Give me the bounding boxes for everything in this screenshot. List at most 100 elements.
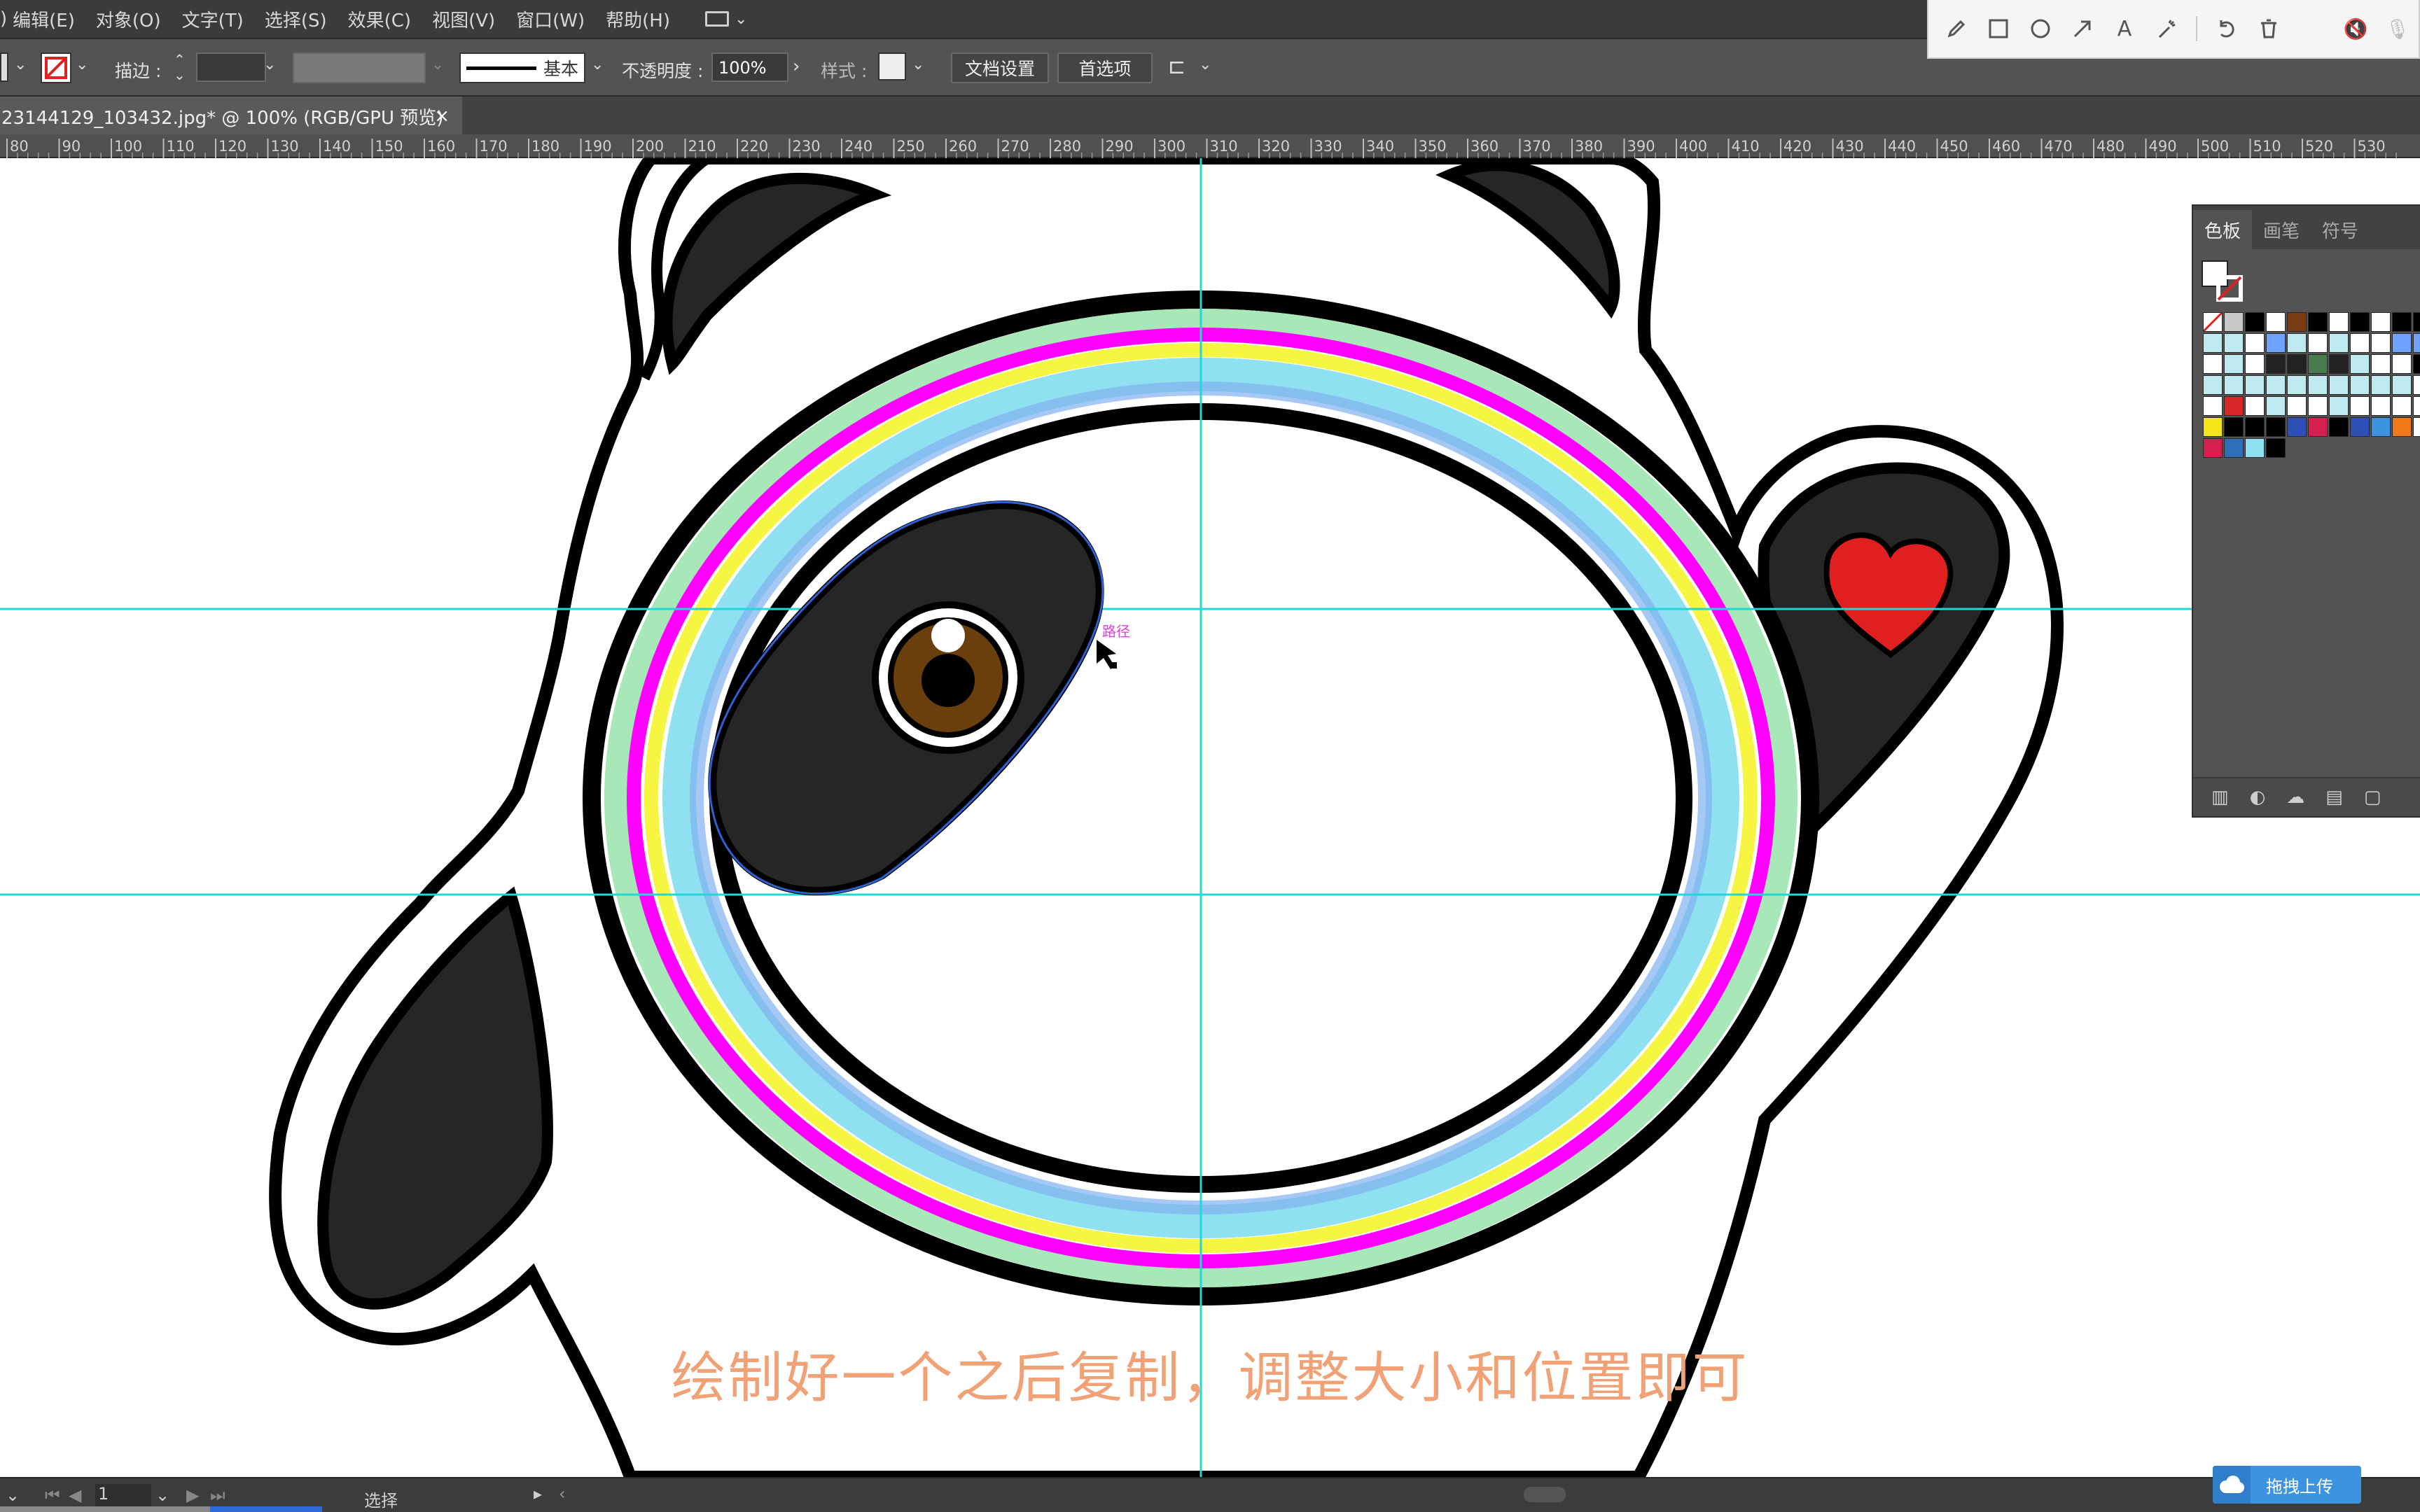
color-swatch[interactable] xyxy=(2392,375,2412,395)
color-swatch[interactable] xyxy=(2308,375,2328,395)
stroke-swatch[interactable] xyxy=(41,52,71,83)
chevron-right-icon[interactable]: › xyxy=(793,56,800,77)
scroll-left-icon[interactable]: ‹ xyxy=(559,1484,566,1504)
color-swatch[interactable] xyxy=(2392,396,2412,416)
trash-icon[interactable] xyxy=(2256,16,2281,41)
text-tool-icon[interactable]: A xyxy=(2112,16,2137,41)
magic-wand-icon[interactable] xyxy=(2154,16,2179,41)
rectangle-icon[interactable] xyxy=(1986,16,2011,41)
color-swatch[interactable] xyxy=(2224,354,2244,374)
color-swatch[interactable] xyxy=(2350,354,2370,374)
swatch-library-icon[interactable]: ▥ xyxy=(2211,787,2229,808)
stroke-weight-input[interactable] xyxy=(196,52,266,82)
artboard-canvas[interactable]: 路径 xyxy=(0,158,2420,1477)
color-swatch[interactable] xyxy=(2203,438,2223,458)
document-setup-button[interactable]: 文档设置 xyxy=(951,52,1049,83)
color-swatch[interactable] xyxy=(2266,417,2286,437)
color-swatch[interactable] xyxy=(2413,417,2420,437)
tab-swatches[interactable]: 色板 xyxy=(2193,210,2253,249)
menu-view[interactable]: 视图(V) xyxy=(432,6,495,32)
horizontal-scrollbar-thumb[interactable] xyxy=(1524,1487,1566,1502)
color-swatch[interactable] xyxy=(2287,375,2307,395)
color-swatch[interactable] xyxy=(2203,375,2223,395)
color-swatch[interactable] xyxy=(2392,333,2412,353)
variable-width-profile[interactable] xyxy=(293,52,426,83)
menu-object[interactable]: 对象(O) xyxy=(96,6,161,32)
pencil-icon[interactable] xyxy=(1944,16,1969,41)
color-swatch[interactable] xyxy=(2413,312,2420,332)
color-swatch[interactable] xyxy=(2350,417,2370,437)
color-swatch[interactable] xyxy=(2224,417,2244,437)
opacity-input[interactable]: 100% xyxy=(711,52,788,82)
arrow-icon[interactable] xyxy=(2070,16,2095,41)
color-swatch[interactable] xyxy=(2392,354,2412,374)
color-swatch[interactable] xyxy=(2266,333,2286,353)
microphone-muted-icon[interactable]: 🎙 xyxy=(2385,16,2410,41)
new-group-icon[interactable]: ▤ xyxy=(2325,787,2343,808)
tab-brushes[interactable]: 画笔 xyxy=(2252,210,2311,249)
color-swatch[interactable] xyxy=(2371,312,2391,332)
tab-symbols[interactable]: 符号 xyxy=(2311,210,2370,249)
prev-page-icon[interactable]: ◀ xyxy=(69,1485,81,1505)
color-swatch[interactable] xyxy=(2350,375,2370,395)
color-swatch[interactable] xyxy=(2245,396,2265,416)
color-swatch[interactable] xyxy=(2350,396,2370,416)
color-swatch[interactable] xyxy=(2245,312,2265,332)
color-swatch[interactable] xyxy=(2224,396,2244,416)
color-swatch[interactable] xyxy=(2329,333,2349,353)
align-icon[interactable]: ⊏ xyxy=(1168,55,1185,79)
color-swatch[interactable] xyxy=(2413,354,2420,374)
color-swatch[interactable] xyxy=(2245,438,2265,458)
chevron-down-icon[interactable]: ⌄ xyxy=(1199,56,1211,74)
color-swatch[interactable] xyxy=(2413,375,2420,395)
color-swatch[interactable] xyxy=(2287,312,2307,332)
undo-icon[interactable] xyxy=(2214,16,2239,41)
menu-select[interactable]: 选择(S) xyxy=(265,6,327,32)
color-swatch[interactable] xyxy=(2203,333,2223,353)
upload-button[interactable]: 拖拽上传 xyxy=(2213,1466,2361,1504)
color-swatch[interactable] xyxy=(2245,333,2265,353)
menu-edit[interactable]: 编辑(E) xyxy=(13,6,75,32)
color-swatch[interactable] xyxy=(2329,375,2349,395)
color-swatch[interactable] xyxy=(2329,354,2349,374)
chevron-down-icon[interactable]: ⌄ xyxy=(14,56,27,74)
swatch-kind-icon[interactable]: ◐ xyxy=(2250,787,2266,808)
chevron-down-icon[interactable]: ⌄ xyxy=(6,1485,20,1505)
color-swatch[interactable] xyxy=(2308,417,2328,437)
color-swatch[interactable] xyxy=(2371,354,2391,374)
color-swatch[interactable] xyxy=(2350,333,2370,353)
color-swatch[interactable] xyxy=(2371,417,2391,437)
color-swatch[interactable] xyxy=(2287,333,2307,353)
workspace-layout-button[interactable]: ⌄ xyxy=(704,10,747,28)
last-page-icon[interactable]: ⏭ xyxy=(210,1485,225,1505)
color-swatch[interactable] xyxy=(2203,396,2223,416)
color-swatch[interactable] xyxy=(2245,354,2265,374)
color-swatch[interactable] xyxy=(2287,354,2307,374)
chevron-down-icon[interactable]: ⌄ xyxy=(912,56,924,74)
menu-window[interactable]: 窗口(W) xyxy=(516,6,585,32)
color-swatch[interactable] xyxy=(2224,312,2244,332)
brush-definition[interactable]: 基本 xyxy=(459,52,585,83)
new-swatch-icon[interactable]: ▢ xyxy=(2364,787,2381,808)
color-swatch[interactable] xyxy=(2287,417,2307,437)
color-swatch[interactable] xyxy=(2224,375,2244,395)
color-swatch[interactable] xyxy=(2308,333,2328,353)
chevron-down-icon[interactable]: ⌄ xyxy=(591,56,604,74)
color-swatch[interactable] xyxy=(2266,375,2286,395)
color-swatch[interactable] xyxy=(2266,438,2286,458)
menu-type[interactable]: 文字(T) xyxy=(182,6,244,32)
stroke-stepper[interactable]: ⌃ ⌄ xyxy=(174,52,186,83)
graphic-style-swatch[interactable] xyxy=(878,52,906,80)
color-swatch[interactable] xyxy=(2329,312,2349,332)
chevron-down-icon[interactable]: ⌄ xyxy=(263,56,276,74)
document-tab[interactable]: 23144129_103432.jpg* @ 100% (RGB/GPU 预览)… xyxy=(0,97,462,136)
color-swatch[interactable] xyxy=(2266,312,2286,332)
color-swatch[interactable] xyxy=(2308,396,2328,416)
color-swatch[interactable] xyxy=(2350,312,2370,332)
color-swatch[interactable] xyxy=(2266,354,2286,374)
color-swatch[interactable] xyxy=(2329,417,2349,437)
speaker-muted-icon[interactable]: 🔇 xyxy=(2343,16,2368,41)
color-swatch[interactable] xyxy=(2203,417,2223,437)
menu-fragment[interactable]: ) xyxy=(0,8,7,29)
close-icon[interactable]: × xyxy=(434,106,450,127)
